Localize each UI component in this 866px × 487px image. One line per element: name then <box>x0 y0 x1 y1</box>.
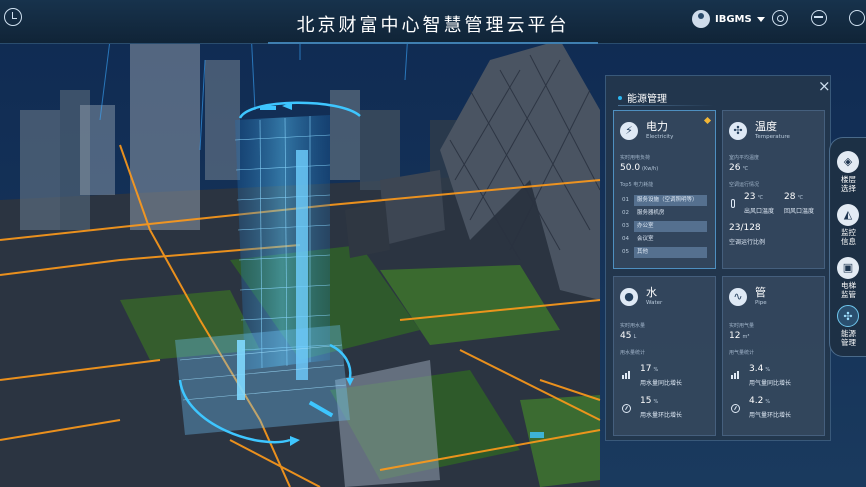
return-temp-label: 回风口温度 <box>784 208 815 215</box>
load-label: 实时用电负荷 <box>620 155 651 161</box>
water-drop-icon: ● <box>620 288 638 306</box>
layers-icon: ◈ <box>837 151 859 173</box>
temperature-card[interactable]: ✣ 温度 Temperature 室内平均温度 26 ℃ 空调运行情况 23 ℃ 出… <box>722 110 825 269</box>
list-item[interactable]: 03 办公室 <box>620 220 707 232</box>
return-temp-value: 28 ℃ <box>784 192 804 202</box>
top5-label: Top5 电力耗能 <box>620 182 654 188</box>
user-menu[interactable]: IBGMS <box>692 9 765 29</box>
fan-icon: ✣ <box>837 305 859 327</box>
water-card[interactable]: ● 水 Water 实时用水量 45 L 用水量统计 17% 用水量同比增长 15… <box>613 276 716 436</box>
card-title: 电力 <box>646 120 668 133</box>
water-yoy-value: 17% <box>640 364 659 374</box>
thermometer-icon <box>731 199 735 208</box>
ac-ratio-label: 空调运行比例 <box>729 239 766 246</box>
water-mom-label: 用水量环比增长 <box>640 412 683 419</box>
gauge-icon <box>622 404 631 413</box>
nav-label: 能源管理 <box>841 329 856 347</box>
card-title: 水 <box>646 286 657 299</box>
close-icon[interactable]: × <box>818 78 831 94</box>
user-name: IBGMS <box>715 13 752 25</box>
divider <box>618 105 714 106</box>
gas-now-value: 12 m³ <box>729 331 750 341</box>
nav-floor-select[interactable]: ◈ 楼层选择 <box>830 151 866 201</box>
gas-mom-value: 4.2% <box>749 396 771 406</box>
panel-title: 能源管理 <box>627 94 667 105</box>
pulse-icon: ∿ <box>729 288 747 306</box>
card-title: 管 <box>755 286 766 299</box>
avatar <box>692 10 710 28</box>
card-subtitle: Water <box>646 300 663 306</box>
nav-monitoring[interactable]: ◭ 监控信息 <box>830 204 866 254</box>
ac-status-label: 空调运行情况 <box>729 182 760 188</box>
globe-icon[interactable] <box>811 10 827 26</box>
card-title: 温度 <box>755 120 777 133</box>
list-item[interactable]: 01 服务设施（空调照明等） <box>620 194 707 206</box>
gas-now-label: 实时用气量 <box>729 323 755 329</box>
top5-list: 01 服务设施（空调照明等） 02 服务器机房 03 办公室 04 会议室 05 其他 <box>620 194 707 259</box>
water-mom-value: 15% <box>640 396 659 406</box>
elevator-icon: ▣ <box>837 257 859 279</box>
avg-temp-value: 26 ℃ <box>729 163 749 173</box>
gauge-icon <box>731 404 740 413</box>
top-bar: 北京财富中心智慧管理云平台 IBGMS <box>0 0 866 44</box>
fan-icon: ✣ <box>729 122 747 140</box>
electricity-card[interactable]: ⚡ 电力 Electricity 实时用电负荷 50.0 (Kw/h) Top5 … <box>613 110 716 269</box>
list-item[interactable]: 04 会议室 <box>620 233 707 245</box>
ac-ratio-value: 23/128 <box>729 223 761 233</box>
pipe-card[interactable]: ∿ 管 Pipe 实时用气量 12 m³ 用气量统计 3.4% 用气量同比增长 4… <box>722 276 825 436</box>
nav-label: 监控信息 <box>841 228 856 246</box>
avg-temp-label: 室内平均温度 <box>729 155 760 161</box>
list-item[interactable]: 05 其他 <box>620 246 707 258</box>
outlet-temp-label: 出风口温度 <box>744 208 775 215</box>
water-now-label: 实时用水量 <box>620 323 646 329</box>
card-subtitle: Electricity <box>646 134 674 140</box>
bullet-icon <box>618 95 622 100</box>
card-subtitle: Temperature <box>755 134 790 140</box>
gas-yoy-label: 用气量同比增长 <box>749 380 792 387</box>
card-subtitle: Pipe <box>755 300 767 306</box>
water-yoy-label: 用水量同比增长 <box>640 380 683 387</box>
nav-elevator[interactable]: ▣ 电梯监管 <box>830 257 866 307</box>
water-stat-label: 用水量统计 <box>620 350 646 356</box>
nav-label: 楼层选择 <box>841 175 856 193</box>
gas-stat-label: 用气量统计 <box>729 350 755 356</box>
chevron-down-icon <box>756 16 765 22</box>
energy-panel: × 能源管理 ⚡ 电力 Electricity 实时用电负荷 50.0 (Kw/h… <box>605 75 831 441</box>
outlet-temp-value: 23 ℃ <box>744 192 764 202</box>
settings-icon[interactable] <box>772 10 788 26</box>
water-now-value: 45 L <box>620 331 637 341</box>
bolt-icon: ⚡ <box>620 122 638 140</box>
nav-energy[interactable]: ✣ 能源管理 <box>830 305 866 355</box>
list-item[interactable]: 02 服务器机房 <box>620 207 707 219</box>
nav-label: 电梯监管 <box>841 281 856 299</box>
bar-chart-icon <box>622 371 631 379</box>
bar-chart-icon <box>731 371 740 379</box>
gas-yoy-value: 3.4% <box>749 364 771 374</box>
side-nav: ◈ 楼层选择 ◭ 监控信息 ▣ 电梯监管 ✣ 能源管理 <box>829 137 866 357</box>
panel-header: 能源管理 <box>618 90 667 105</box>
load-value: 50.0 (Kw/h) <box>620 163 659 173</box>
gas-mom-label: 用气量环比增长 <box>749 412 792 419</box>
selected-marker-icon <box>703 116 712 125</box>
camera-icon: ◭ <box>837 204 859 226</box>
power-icon[interactable] <box>849 10 865 26</box>
